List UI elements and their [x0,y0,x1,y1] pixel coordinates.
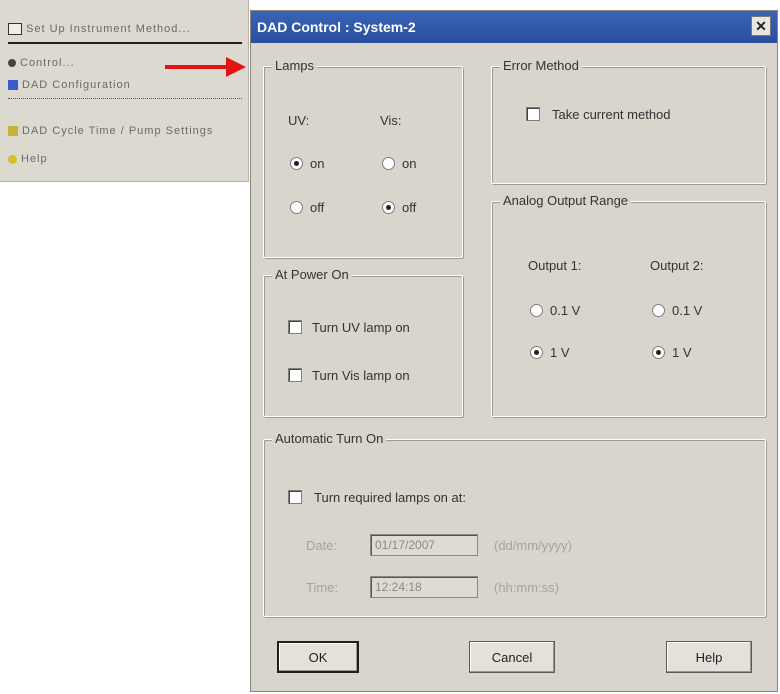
menu-item-control[interactable]: Control... [8,54,75,72]
dad-control-dialog: DAD Control : System-2 ✕ Lamps UV: Vis: … [250,10,778,692]
uv-header: UV: [288,113,310,128]
pointer-arrow-shaft [165,65,227,69]
menu-separator [8,42,242,44]
output2-0-1v-radio[interactable] [652,304,665,317]
menu-separator-dotted [8,98,242,99]
turn-uv-lamp-label: Turn UV lamp on [312,320,410,335]
uv-on-radio[interactable] [290,157,303,170]
configuration-icon [8,80,18,90]
date-field[interactable]: 01/17/2007 [370,534,478,556]
output2-header: Output 2: [650,258,704,273]
automatic-turn-on-legend: Automatic Turn On [272,431,387,446]
cancel-button[interactable]: Cancel [469,641,555,673]
time-format-label: (hh:mm:ss) [494,580,559,595]
error-method-group: Error Method Take current method [491,58,766,184]
analog-output-range-group: Analog Output Range Output 1: Output 2: … [491,193,766,417]
output1-1v-label: 1 V [550,345,570,360]
close-button[interactable]: ✕ [751,16,771,36]
uv-on-label: on [310,156,325,171]
menu-item-cycle-time[interactable]: DAD Cycle Time / Pump Settings [8,122,213,140]
dialog-title: DAD Control : System-2 [257,19,416,35]
uv-off-radio[interactable] [290,201,303,214]
ok-button-label: OK [308,649,328,665]
lamps-group: Lamps UV: Vis: on on off off [263,58,463,258]
vis-header: Vis: [380,113,402,128]
cycle-icon [8,126,18,136]
turn-vis-lamp-label: Turn Vis lamp on [312,368,410,383]
turn-required-lamps-label: Turn required lamps on at: [314,490,466,505]
analog-output-range-legend: Analog Output Range [500,193,632,208]
output2-0-1v-label: 0.1 V [672,303,703,318]
time-label: Time: [306,580,339,595]
method-icon [8,23,22,35]
lamps-legend: Lamps [272,58,318,73]
pointer-arrow-icon [226,57,246,77]
vis-off-label: off [402,200,417,215]
turn-vis-lamp-checkbox[interactable] [288,368,302,382]
menu-item-set-up-method[interactable]: Set Up Instrument Method... [8,20,191,38]
output2-1v-radio[interactable] [652,346,665,359]
time-field[interactable]: 12:24:18 [370,576,478,598]
menu-item-dad-configuration[interactable]: DAD Configuration [8,76,131,94]
help-button[interactable]: Help [666,641,752,673]
vis-off-radio[interactable] [382,201,395,214]
output2-1v-label: 1 V [672,345,692,360]
automatic-turn-on-group: Automatic Turn On Turn required lamps on… [263,431,766,617]
control-icon [8,59,16,67]
turn-uv-lamp-checkbox[interactable] [288,320,302,334]
output1-0-1v-radio[interactable] [530,304,543,317]
output1-0-1v-label: 0.1 V [550,303,581,318]
at-power-on-group: At Power On Turn UV lamp on Turn Vis lam… [263,267,463,417]
take-current-method-checkbox[interactable] [526,107,540,121]
ok-button[interactable]: OK [277,641,359,673]
turn-required-lamps-checkbox[interactable] [288,490,302,504]
cancel-button-label: Cancel [491,649,533,665]
vis-on-radio[interactable] [382,157,395,170]
output1-header: Output 1: [528,258,582,273]
dialog-titlebar: DAD Control : System-2 ✕ [251,11,777,43]
date-format-label: (dd/mm/yyyy) [494,538,572,553]
close-icon: ✕ [755,18,767,34]
vis-on-label: on [402,156,417,171]
at-power-on-legend: At Power On [272,267,352,282]
help-button-label: Help [695,649,723,665]
help-icon [8,154,17,164]
output1-1v-radio[interactable] [530,346,543,359]
take-current-method-label: Take current method [552,107,671,122]
menu-snippet: Set Up Instrument Method... Control... D… [0,0,249,182]
date-label: Date: [306,538,338,553]
error-method-legend: Error Method [500,58,582,73]
menu-item-help[interactable]: Help [8,150,48,168]
uv-off-label: off [310,200,325,215]
